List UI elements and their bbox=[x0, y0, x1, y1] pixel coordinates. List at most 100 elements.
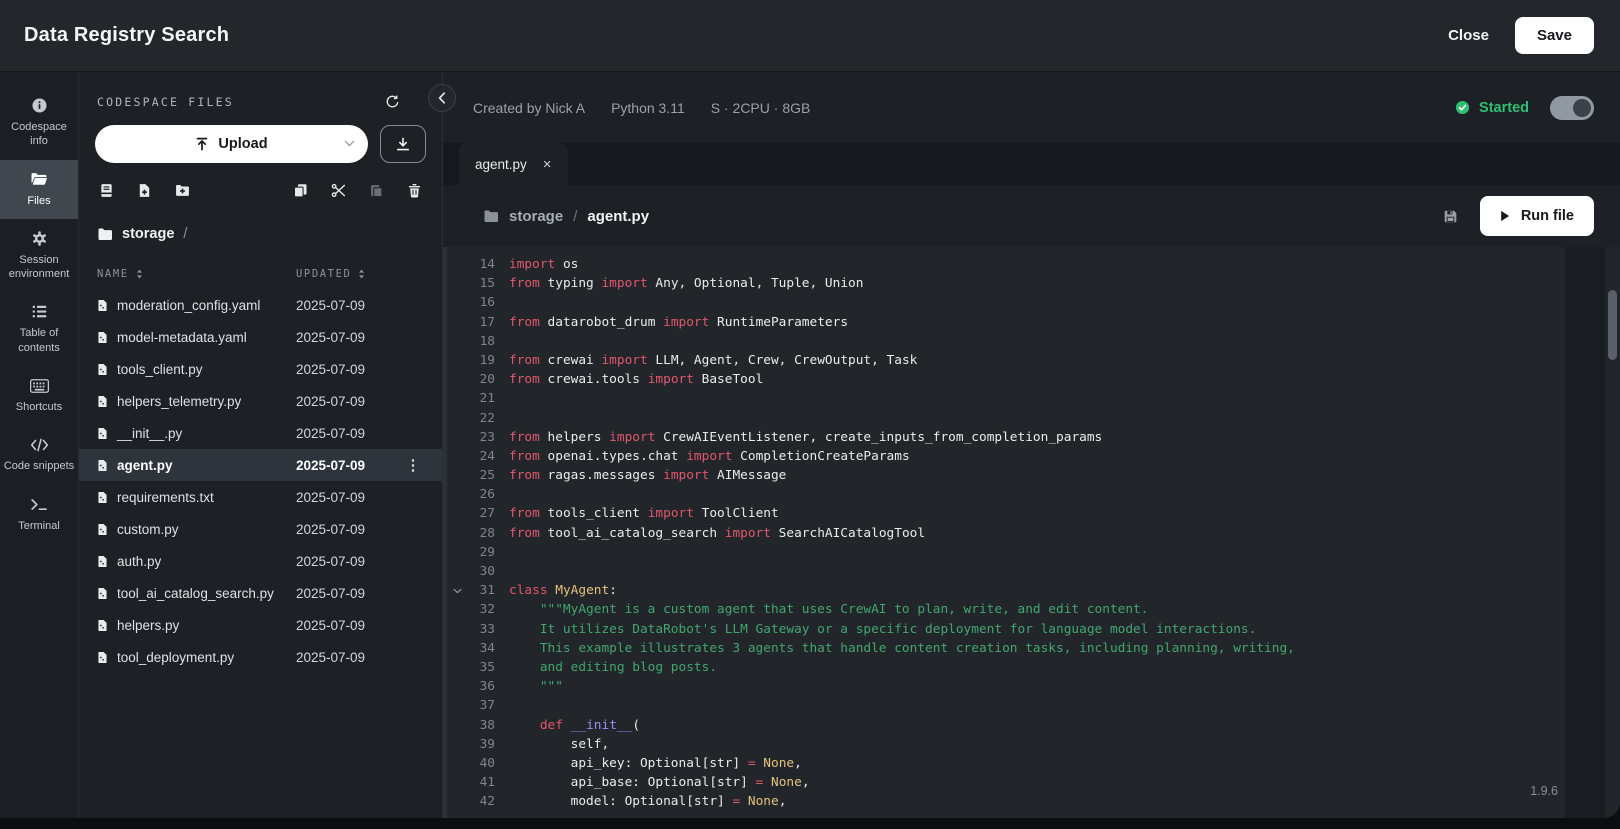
file-row[interactable]: tool_deployment.py2025-07-09⋮ bbox=[79, 641, 442, 673]
fold-gutter bbox=[447, 255, 467, 274]
sidebar-item-shortcuts[interactable]: Shortcuts bbox=[0, 366, 78, 425]
line-number: 14 bbox=[467, 255, 495, 274]
code-line: 17from datarobot_drum import RuntimePara… bbox=[447, 313, 1565, 332]
scrollbar-track[interactable] bbox=[1605, 247, 1620, 818]
fold-gutter bbox=[447, 274, 467, 293]
save-button[interactable]: Save bbox=[1515, 17, 1594, 54]
notebook-button[interactable] bbox=[99, 183, 114, 198]
sidebar-item-code-snippets[interactable]: Code snippets bbox=[0, 425, 78, 484]
sidebar-item-files[interactable]: Files bbox=[0, 160, 78, 219]
run-file-button[interactable]: Run file bbox=[1480, 196, 1594, 236]
code-text: def __init__( bbox=[509, 716, 640, 735]
file-icon bbox=[97, 427, 108, 440]
tab-agent-py[interactable]: agent.py × bbox=[459, 143, 568, 185]
line-number: 28 bbox=[467, 524, 495, 543]
fold-gutter bbox=[447, 754, 467, 773]
file-row[interactable]: __init__.py2025-07-09⋮ bbox=[79, 417, 442, 449]
code-text: and editing blog posts. bbox=[509, 658, 717, 677]
fold-gutter bbox=[447, 428, 467, 447]
close-button[interactable]: Close bbox=[1448, 27, 1489, 44]
file-row[interactable]: helpers_telemetry.py2025-07-09⋮ bbox=[79, 385, 442, 417]
paste-button[interactable] bbox=[369, 183, 384, 198]
folder-icon bbox=[97, 227, 113, 242]
code-line: 33 It utilizes DataRobot's LLM Gateway o… bbox=[447, 620, 1565, 639]
breadcrumb-separator: / bbox=[183, 226, 187, 242]
delete-button[interactable] bbox=[407, 183, 422, 198]
kebab-menu-icon[interactable]: ⋮ bbox=[400, 456, 426, 474]
breadcrumb-folder[interactable]: storage bbox=[122, 226, 174, 242]
new-folder-button[interactable] bbox=[175, 183, 190, 198]
file-list: moderation_config.yaml2025-07-09⋮model-m… bbox=[79, 289, 442, 673]
save-file-button[interactable] bbox=[1443, 209, 1458, 224]
upload-icon bbox=[195, 137, 209, 151]
fold-gutter bbox=[447, 639, 467, 658]
line-number: 26 bbox=[467, 485, 495, 504]
power-toggle[interactable] bbox=[1550, 96, 1594, 120]
download-button[interactable] bbox=[380, 125, 426, 163]
line-number: 18 bbox=[467, 332, 495, 351]
code-line: 37 bbox=[447, 696, 1565, 715]
line-number: 32 bbox=[467, 600, 495, 619]
file-row[interactable]: helpers.py2025-07-09⋮ bbox=[79, 609, 442, 641]
cut-button[interactable] bbox=[331, 183, 346, 198]
upload-button[interactable]: Upload bbox=[95, 125, 368, 163]
codespace-status: Started bbox=[1455, 96, 1594, 120]
file-row[interactable]: custom.py2025-07-09⋮ bbox=[79, 513, 442, 545]
fold-gutter bbox=[447, 370, 467, 389]
line-number: 29 bbox=[467, 543, 495, 562]
file-row[interactable]: model-metadata.yaml2025-07-09⋮ bbox=[79, 321, 442, 353]
sidebar-item-label: Codespace info bbox=[3, 120, 75, 149]
terminal-icon bbox=[30, 496, 48, 513]
close-tab-icon[interactable]: × bbox=[543, 157, 552, 172]
download-icon bbox=[396, 137, 410, 151]
files-panel-title: CODESPACE FILES bbox=[97, 95, 234, 109]
codespace-info-bar: Created by Nick A Python 3.11 S · 2CPU ·… bbox=[443, 72, 1620, 143]
file-updated: 2025-07-09 bbox=[296, 394, 400, 409]
file-row[interactable]: tool_ai_catalog_search.py2025-07-09⋮ bbox=[79, 577, 442, 609]
file-name: moderation_config.yaml bbox=[117, 298, 260, 313]
line-number: 33 bbox=[467, 620, 495, 639]
new-file-button[interactable] bbox=[137, 183, 152, 198]
line-number: 36 bbox=[467, 677, 495, 696]
fold-gutter bbox=[447, 409, 467, 428]
code-line: 28 from tool_ai_catalog_search import Sea… bbox=[447, 524, 1565, 543]
file-row[interactable]: requirements.txt2025-07-09⋮ bbox=[79, 481, 442, 513]
refresh-button[interactable] bbox=[385, 94, 400, 109]
code-text: class MyAgent: bbox=[509, 581, 617, 600]
code-editor[interactable]: 14import os15from typing import Any, Opt… bbox=[443, 247, 1620, 818]
code-text: from ragas.messages import AIMessage bbox=[509, 466, 786, 485]
file-updated: 2025-07-09 bbox=[296, 554, 400, 569]
breadcrumb-folder[interactable]: storage bbox=[509, 208, 563, 225]
code-line: 20from crewai.tools import BaseTool bbox=[447, 370, 1565, 389]
file-row[interactable]: tools_client.py2025-07-09⋮ bbox=[79, 353, 442, 385]
sort-by-name-header[interactable]: NAME bbox=[97, 268, 296, 280]
keyboard-icon bbox=[30, 377, 49, 394]
sort-by-updated-header[interactable]: UPDATED bbox=[296, 268, 400, 280]
paste-icon bbox=[369, 183, 384, 198]
sidebar-item-terminal[interactable]: Terminal bbox=[0, 485, 78, 544]
code-line: 41 api_base: Optional[str] = None, bbox=[447, 773, 1565, 792]
file-row[interactable]: moderation_config.yaml2025-07-09⋮ bbox=[79, 289, 442, 321]
sidebar-item-session-environment[interactable]: Session environment bbox=[0, 219, 78, 293]
scrollbar-thumb[interactable] bbox=[1608, 290, 1617, 360]
icon-sidebar: Codespace info FilesSession environmentTa… bbox=[0, 72, 79, 818]
collapse-panel-button[interactable] bbox=[428, 84, 456, 112]
code-text: api_base: Optional[str] = None, bbox=[509, 773, 810, 792]
fold-gutter bbox=[447, 351, 467, 370]
sidebar-item-codespace-info[interactable]: Codespace info bbox=[0, 86, 78, 160]
delete-icon bbox=[407, 183, 422, 198]
chevron-down-icon[interactable] bbox=[344, 140, 355, 147]
file-updated: 2025-07-09 bbox=[296, 522, 400, 537]
copy-button[interactable] bbox=[293, 183, 308, 198]
code-text: from tool_ai_catalog_search import Searc… bbox=[509, 524, 925, 543]
fold-chevron-icon[interactable] bbox=[447, 581, 467, 600]
editor-toolbar: storage / agent.py Run file bbox=[443, 185, 1620, 247]
code-text: from tools_client import ToolClient bbox=[509, 504, 779, 523]
sidebar-item-table-of-contents[interactable]: Table of contents bbox=[0, 292, 78, 366]
code-line: 25from ragas.messages import AIMessage bbox=[447, 466, 1565, 485]
code-text: """MyAgent is a custom agent that uses C… bbox=[509, 600, 1148, 619]
file-row[interactable]: auth.py2025-07-09⋮ bbox=[79, 545, 442, 577]
line-number: 15 bbox=[467, 274, 495, 293]
file-row[interactable]: agent.py2025-07-09⋮ bbox=[79, 449, 442, 481]
fold-gutter bbox=[447, 773, 467, 792]
